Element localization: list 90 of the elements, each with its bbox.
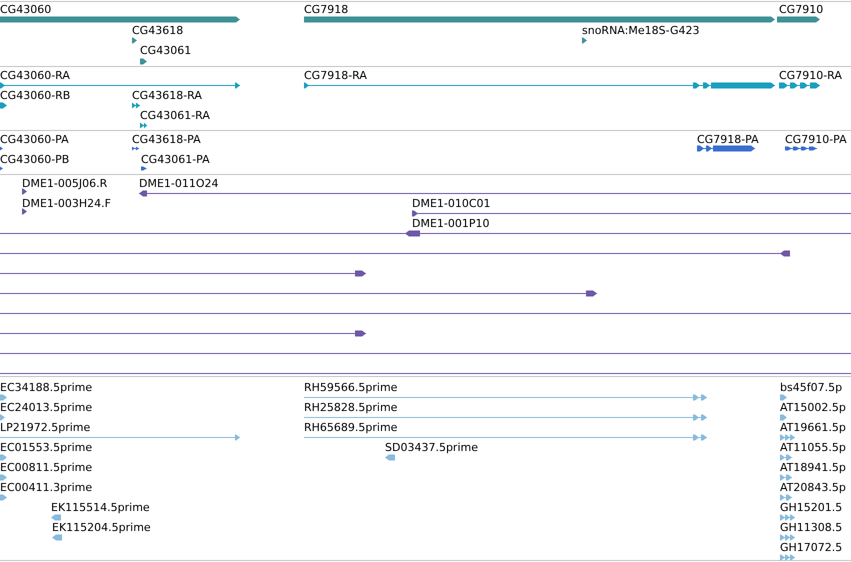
- clone-glyph[interactable]: [0, 250, 790, 256]
- est-glyph[interactable]: [0, 474, 7, 480]
- feature-label: snoRNA:Me18S-G423: [582, 24, 700, 37]
- est-glyph[interactable]: [0, 394, 7, 400]
- feature-label: DME1-003H24.F: [22, 197, 111, 210]
- est-glyph[interactable]: [780, 454, 792, 460]
- feature-label: CG43618-RA: [132, 89, 202, 102]
- transcript-glyph[interactable]: [140, 122, 148, 128]
- feature-label: EC00811.5prime: [0, 461, 92, 474]
- clone-glyph[interactable]: [138, 190, 851, 196]
- feature-label: DME1-010C01: [412, 197, 491, 210]
- feature-label: EC00411.3prime: [0, 481, 92, 494]
- clone-glyph[interactable]: [0, 290, 598, 296]
- feature-label: EC01553.5prime: [0, 441, 92, 454]
- est-glyph[interactable]: [52, 534, 62, 540]
- clone-glyph[interactable]: [22, 188, 27, 194]
- feature-label: CG43060: [0, 3, 52, 16]
- gene-glyph[interactable]: [777, 16, 820, 22]
- feature-label: CG43618: [132, 24, 184, 37]
- gene-glyph[interactable]: [582, 38, 587, 44]
- feature-label: CG7910: [779, 3, 824, 16]
- transcript-glyph[interactable]: [132, 102, 140, 108]
- est-glyph[interactable]: [780, 394, 787, 400]
- gene-glyph[interactable]: [132, 38, 137, 44]
- feature-label: CG43061: [140, 44, 192, 57]
- feature-label: GH17072.5: [780, 541, 842, 554]
- transcript-glyph[interactable]: [304, 82, 776, 88]
- est-glyph[interactable]: [0, 454, 7, 460]
- est-glyph[interactable]: [304, 434, 708, 440]
- feature-label: CG43060-PB: [0, 153, 70, 166]
- protein-glyph[interactable]: [141, 166, 147, 170]
- est-glyph[interactable]: [780, 514, 796, 520]
- feature-label: DME1-001P10: [412, 217, 490, 230]
- feature-label: CG43060-PA: [0, 133, 69, 146]
- transcript-glyph[interactable]: [0, 102, 7, 108]
- feature-label: CG7918-RA: [304, 69, 367, 82]
- feature-label: EK115204.5prime: [52, 521, 151, 534]
- protein-glyph[interactable]: [784, 146, 818, 150]
- feature-label: DME1-005J06.R: [22, 177, 108, 190]
- feature-label: CG43061-RA: [140, 109, 210, 122]
- feature-label: EC24013.5prime: [0, 401, 92, 414]
- est-glyph[interactable]: [780, 474, 792, 480]
- est-glyph[interactable]: [780, 494, 792, 500]
- feature-label: EK115514.5prime: [51, 501, 150, 514]
- feature-label: EC34188.5prime: [0, 381, 92, 394]
- est-glyph[interactable]: [780, 534, 796, 540]
- est-glyph[interactable]: [780, 414, 787, 420]
- protein-glyph[interactable]: [132, 146, 140, 150]
- feature-label: SD03437.5prime: [385, 441, 478, 454]
- clone-glyph[interactable]: [0, 330, 366, 336]
- feature-label: AT18941.5p: [780, 461, 846, 474]
- feature-label: CG7918-PA: [697, 133, 759, 146]
- feature-label: CG43618-PA: [132, 133, 201, 146]
- feature-label: CG43060-RA: [0, 69, 70, 82]
- transcript-glyph[interactable]: [778, 82, 820, 88]
- feature-label: AT11055.5p: [780, 441, 846, 454]
- est-glyph[interactable]: [51, 514, 61, 520]
- clone-glyph[interactable]: [22, 208, 27, 214]
- feature-label: CG7910-RA: [779, 69, 842, 82]
- feature-label: CG43061-PA: [141, 153, 210, 166]
- est-glyph[interactable]: [0, 494, 7, 500]
- feature-label: CG7918: [304, 3, 348, 16]
- est-glyph[interactable]: [385, 454, 395, 460]
- protein-glyph[interactable]: [0, 146, 3, 150]
- clone-glyph[interactable]: [412, 210, 851, 216]
- feature-label: RH65689.5prime: [304, 421, 398, 434]
- est-glyph[interactable]: [780, 434, 796, 440]
- est-glyph[interactable]: [0, 434, 240, 440]
- est-glyph[interactable]: [0, 414, 5, 420]
- feature-label: GH15201.5: [780, 501, 842, 514]
- feature-label: DME1-011O24: [139, 177, 219, 190]
- est-glyph[interactable]: [780, 554, 796, 560]
- transcript-glyph[interactable]: [0, 82, 240, 88]
- clone-glyph[interactable]: [0, 270, 366, 276]
- feature-label: AT15002.5p: [780, 401, 846, 414]
- feature-label: bs45f07.5p: [780, 381, 842, 394]
- feature-label: AT20843.5p: [780, 481, 846, 494]
- clone-glyph[interactable]: [0, 230, 851, 236]
- feature-label: RH25828.5prime: [304, 401, 398, 414]
- feature-label: CG43060-RB: [0, 89, 70, 102]
- feature-label: RH59566.5prime: [304, 381, 398, 394]
- gene-glyph[interactable]: [140, 58, 147, 64]
- est-glyph[interactable]: [304, 414, 708, 420]
- feature-label: AT19661.5p: [780, 421, 846, 434]
- feature-label: LP21972.5prime: [0, 421, 90, 434]
- feature-label: GH11308.5: [780, 521, 842, 534]
- feature-label: CG7910-PA: [785, 133, 847, 146]
- protein-glyph[interactable]: [696, 146, 756, 152]
- protein-glyph[interactable]: [0, 166, 3, 170]
- est-glyph[interactable]: [304, 394, 708, 400]
